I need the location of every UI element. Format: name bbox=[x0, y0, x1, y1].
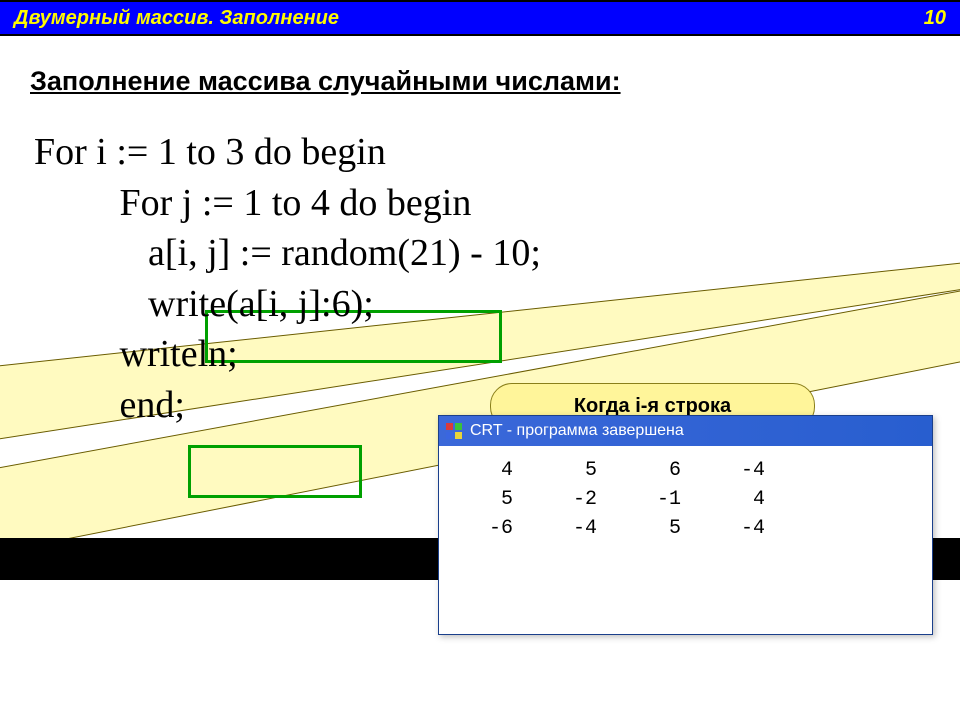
cell: -4 bbox=[691, 456, 775, 485]
cell: 4 bbox=[439, 456, 523, 485]
table-row: 4 5 6 -4 bbox=[439, 456, 932, 485]
cell: -4 bbox=[523, 514, 607, 543]
crt-titlebar[interactable]: CRT - программа завершена bbox=[439, 416, 932, 446]
table-row: 5 -2 -1 4 bbox=[439, 485, 932, 514]
cell: -1 bbox=[607, 485, 691, 514]
crt-title-text: CRT - программа завершена bbox=[470, 422, 684, 440]
cell: 6 bbox=[607, 456, 691, 485]
crt-window[interactable]: CRT - программа завершена 4 5 6 -4 5 -2 … bbox=[438, 415, 933, 635]
slide-title: Двумерный массив. Заполнение bbox=[14, 7, 339, 30]
cell: 5 bbox=[439, 485, 523, 514]
code-line: write(a[i, j]:6); bbox=[34, 279, 960, 330]
cell: -6 bbox=[439, 514, 523, 543]
highlight-box-writeln bbox=[188, 445, 362, 498]
code-line: writeln; bbox=[34, 329, 960, 380]
cell: -4 bbox=[691, 514, 775, 543]
section-heading: Заполнение массива случайными числами: bbox=[30, 66, 960, 97]
table-row: -6 -4 5 -4 bbox=[439, 514, 932, 543]
code-line: For j := 1 to 4 do begin bbox=[34, 178, 960, 229]
slide-header: Двумерный массив. Заполнение 10 bbox=[0, 0, 960, 36]
cell: -2 bbox=[523, 485, 607, 514]
code-line: a[i, j] := random(21) - 10; bbox=[34, 228, 960, 279]
code-block: For i := 1 to 3 do begin For j := 1 to 4… bbox=[34, 127, 960, 430]
code-line: For i := 1 to 3 do begin bbox=[34, 127, 960, 178]
cell: 5 bbox=[523, 456, 607, 485]
app-icon bbox=[445, 422, 463, 440]
cell: 5 bbox=[607, 514, 691, 543]
crt-output: 4 5 6 -4 5 -2 -1 4 -6 -4 5 -4 bbox=[439, 446, 932, 543]
cell: 4 bbox=[691, 485, 775, 514]
slide-page-number: 10 bbox=[924, 7, 946, 30]
